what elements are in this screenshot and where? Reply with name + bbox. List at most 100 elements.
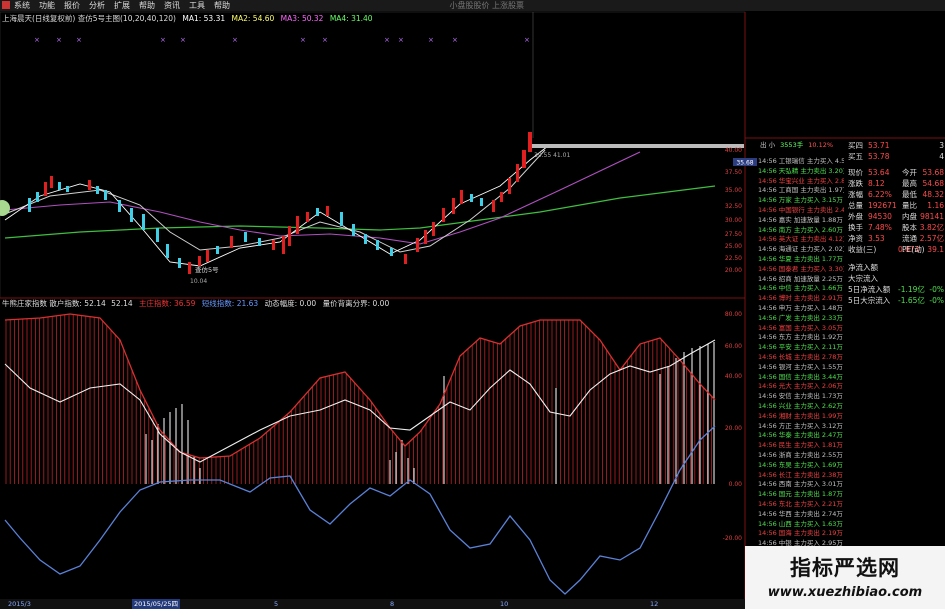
quote-extra: 4 <box>939 152 944 161</box>
oscillator-red-bars <box>5 314 712 484</box>
tick-row[interactable]: 14:56 国信 主力卖出 3.44万 <box>758 373 844 383</box>
low-marker-label: 10.04 <box>190 278 207 285</box>
tick-row[interactable]: 14:56 东吴 主力买入 1.69万 <box>758 461 844 471</box>
tick-row[interactable]: 14:56 民生 主力买入 1.81万 <box>758 441 844 451</box>
quote-value2: 54.68 <box>922 179 944 188</box>
quote-row: 买五 53.78 4 <box>846 151 945 162</box>
quote-value: 192671 <box>868 201 897 210</box>
tick-row[interactable]: 14:56 华宝兴业 主力买入 2.88万 <box>758 177 844 187</box>
tick-row[interactable]: 14:56 华泰 主力卖出 2.47万 <box>758 431 844 441</box>
tick-row[interactable]: 14:56 申万 主力买入 1.48万 <box>758 304 844 314</box>
tick-row[interactable]: 14:56 长江 主力卖出 2.38万 <box>758 471 844 481</box>
quote-row: 大宗流入 <box>846 273 945 284</box>
quote-value: 53.78 <box>868 152 890 161</box>
quote-panel: 出 小 3553手 10.12% 14:56 工银瑞信 主力买入 4.56万14… <box>758 138 945 609</box>
watermark: 指标严选网 www.xuezhibiao.com <box>745 546 945 609</box>
quote-value: -1.19亿 <box>898 285 925 294</box>
quote-key: 外盘 <box>848 212 863 221</box>
quote-key: 5日大宗流入 <box>848 296 891 305</box>
tick-row[interactable]: 14:56 嘉实 加速放量 1.88万 <box>758 216 844 226</box>
quote-row: 5日净流入额 -1.19亿 -0% <box>846 284 945 295</box>
svg-text:×: × <box>180 36 186 44</box>
quote-key: 大宗流入 <box>848 274 878 283</box>
svg-text:20.00: 20.00 <box>725 425 742 432</box>
tick-row[interactable]: 14:56 东北 主力买入 2.21万 <box>758 500 844 510</box>
tick-row[interactable]: 14:56 天弘精 主力卖出 3.20万 <box>758 167 844 177</box>
svg-text:37.50: 37.50 <box>725 169 742 176</box>
quote-key2: 最高 <box>902 179 917 188</box>
tick-row[interactable]: 14:56 国元 主力卖出 1.87万 <box>758 490 844 500</box>
watermark-title: 指标严选网 <box>790 556 900 580</box>
svg-text:×: × <box>384 36 390 44</box>
tick-row[interactable]: 14:56 长城 主力卖出 2.78万 <box>758 353 844 363</box>
svg-text:×: × <box>322 36 328 44</box>
quote-key: 换手 <box>848 223 863 232</box>
tick-row[interactable]: 14:56 中信 主力买入 1.66万 <box>758 284 844 294</box>
tick-row[interactable]: 14:56 华西 主力卖出 2.74万 <box>758 510 844 520</box>
tick-row[interactable]: 14:56 兴业 主力买入 2.62万 <box>758 402 844 412</box>
svg-text:22.50: 22.50 <box>725 255 742 262</box>
quote-key2: 流通 <box>902 234 917 243</box>
quote-value: 6.22% <box>868 190 892 199</box>
tick-row[interactable]: 14:56 南方 主力买入 2.60万 <box>758 226 844 236</box>
tick-row[interactable]: 14:56 海通证 主力买入 2.02万 <box>758 245 844 255</box>
svg-text:×: × <box>300 36 306 44</box>
retail-line <box>4 339 716 463</box>
cursor-dot-icon[interactable] <box>0 200 10 216</box>
current-price-label: 35.68 <box>736 160 753 167</box>
short-term-line <box>4 425 716 595</box>
quote-value: 53.64 <box>868 168 890 177</box>
svg-text:×: × <box>232 36 238 44</box>
svg-text:32.50: 32.50 <box>725 203 742 210</box>
signal-note: 查仿5号 <box>195 265 219 274</box>
quote-value2: 53.68 <box>922 168 944 177</box>
quote-value2: 3.82亿 <box>919 223 944 232</box>
svg-text:60.00: 60.00 <box>725 343 742 350</box>
quote-key: 买四 <box>848 141 863 150</box>
quote-extra: -0% <box>929 296 944 305</box>
quote-row: 涨跌 8.12 最高 54.68 <box>846 178 945 189</box>
price-level-bar <box>532 144 744 148</box>
tick-row[interactable]: 14:56 山西 主力买入 1.63万 <box>758 520 844 530</box>
tick-row[interactable]: 14:56 安信 主力卖出 1.73万 <box>758 392 844 402</box>
osc-v5: 量价背离分界: 0.00 <box>322 299 390 308</box>
main-force-line <box>4 313 716 459</box>
tick-row[interactable]: 14:56 万家 主力买入 3.15万 <box>758 196 844 206</box>
tick-row[interactable]: 14:56 光大 主力买入 2.06万 <box>758 382 844 392</box>
quote-row: 5日大宗流入 -1.65亿 -0% <box>846 295 945 306</box>
date-label: 2015/3 <box>8 600 31 608</box>
tick-row[interactable]: 14:56 中国银行 主力卖出 2.40万 <box>758 206 844 216</box>
tick-row[interactable]: 14:56 湘财 主力卖出 1.99万 <box>758 412 844 422</box>
svg-text:40.00: 40.00 <box>725 147 742 154</box>
tick-row[interactable]: 14:56 方正 主力买入 3.12万 <box>758 422 844 432</box>
tick-row[interactable]: 14:56 国海 主力卖出 2.19万 <box>758 529 844 539</box>
tick-row[interactable]: 14:56 工商国 主力卖出 1.97万 <box>758 186 844 196</box>
date-label: 10 <box>500 600 509 608</box>
date-label: 5 <box>274 600 279 608</box>
svg-text:35.00: 35.00 <box>725 187 742 194</box>
tick-row[interactable]: 14:56 广发 主力卖出 2.33万 <box>758 314 844 324</box>
quote-value: 3.53 <box>868 234 885 243</box>
tick-row[interactable]: 14:56 招商 加速放量 2.25万 <box>758 275 844 285</box>
tick-row[interactable]: 14:56 银河 主力买入 1.55万 <box>758 363 844 373</box>
tick-row[interactable]: 14:56 西南 主力买入 3.01万 <box>758 480 844 490</box>
ma2-line <box>4 149 546 253</box>
tick-row[interactable]: 14:56 富国 主力买入 3.05万 <box>758 324 844 334</box>
quote-key2: 最低 <box>902 190 917 199</box>
svg-text:25.00: 25.00 <box>725 243 742 250</box>
quote-value2: 39.1 <box>927 245 944 254</box>
quote-extra: 3 <box>939 141 944 150</box>
tick-row[interactable]: 14:56 平安 主力买入 2.11万 <box>758 343 844 353</box>
ma3-line <box>4 151 641 245</box>
osc-v1: 52.14 <box>111 299 133 308</box>
tick-row[interactable]: 14:56 国泰君 主力买入 3.30万 <box>758 265 844 275</box>
tick-row[interactable]: 14:56 博时 主力卖出 2.91万 <box>758 294 844 304</box>
svg-text:×: × <box>428 36 434 44</box>
quote-row: 现价 53.64 今开 53.68 <box>846 167 945 178</box>
tick-row[interactable]: 14:56 英大证 主力卖出 4.12万 <box>758 235 844 245</box>
tick-row[interactable]: 14:56 工银瑞信 主力买入 4.56万 <box>758 157 844 167</box>
oscillator-axis: 80.00 60.00 40.00 20.00 0.00 -20.00 <box>723 311 743 542</box>
tick-row[interactable]: 14:56 浙商 主力卖出 2.55万 <box>758 451 844 461</box>
tick-row[interactable]: 14:56 华夏 主力卖出 1.77万 <box>758 255 844 265</box>
tick-row[interactable]: 14:56 东方 主力卖出 1.92万 <box>758 333 844 343</box>
